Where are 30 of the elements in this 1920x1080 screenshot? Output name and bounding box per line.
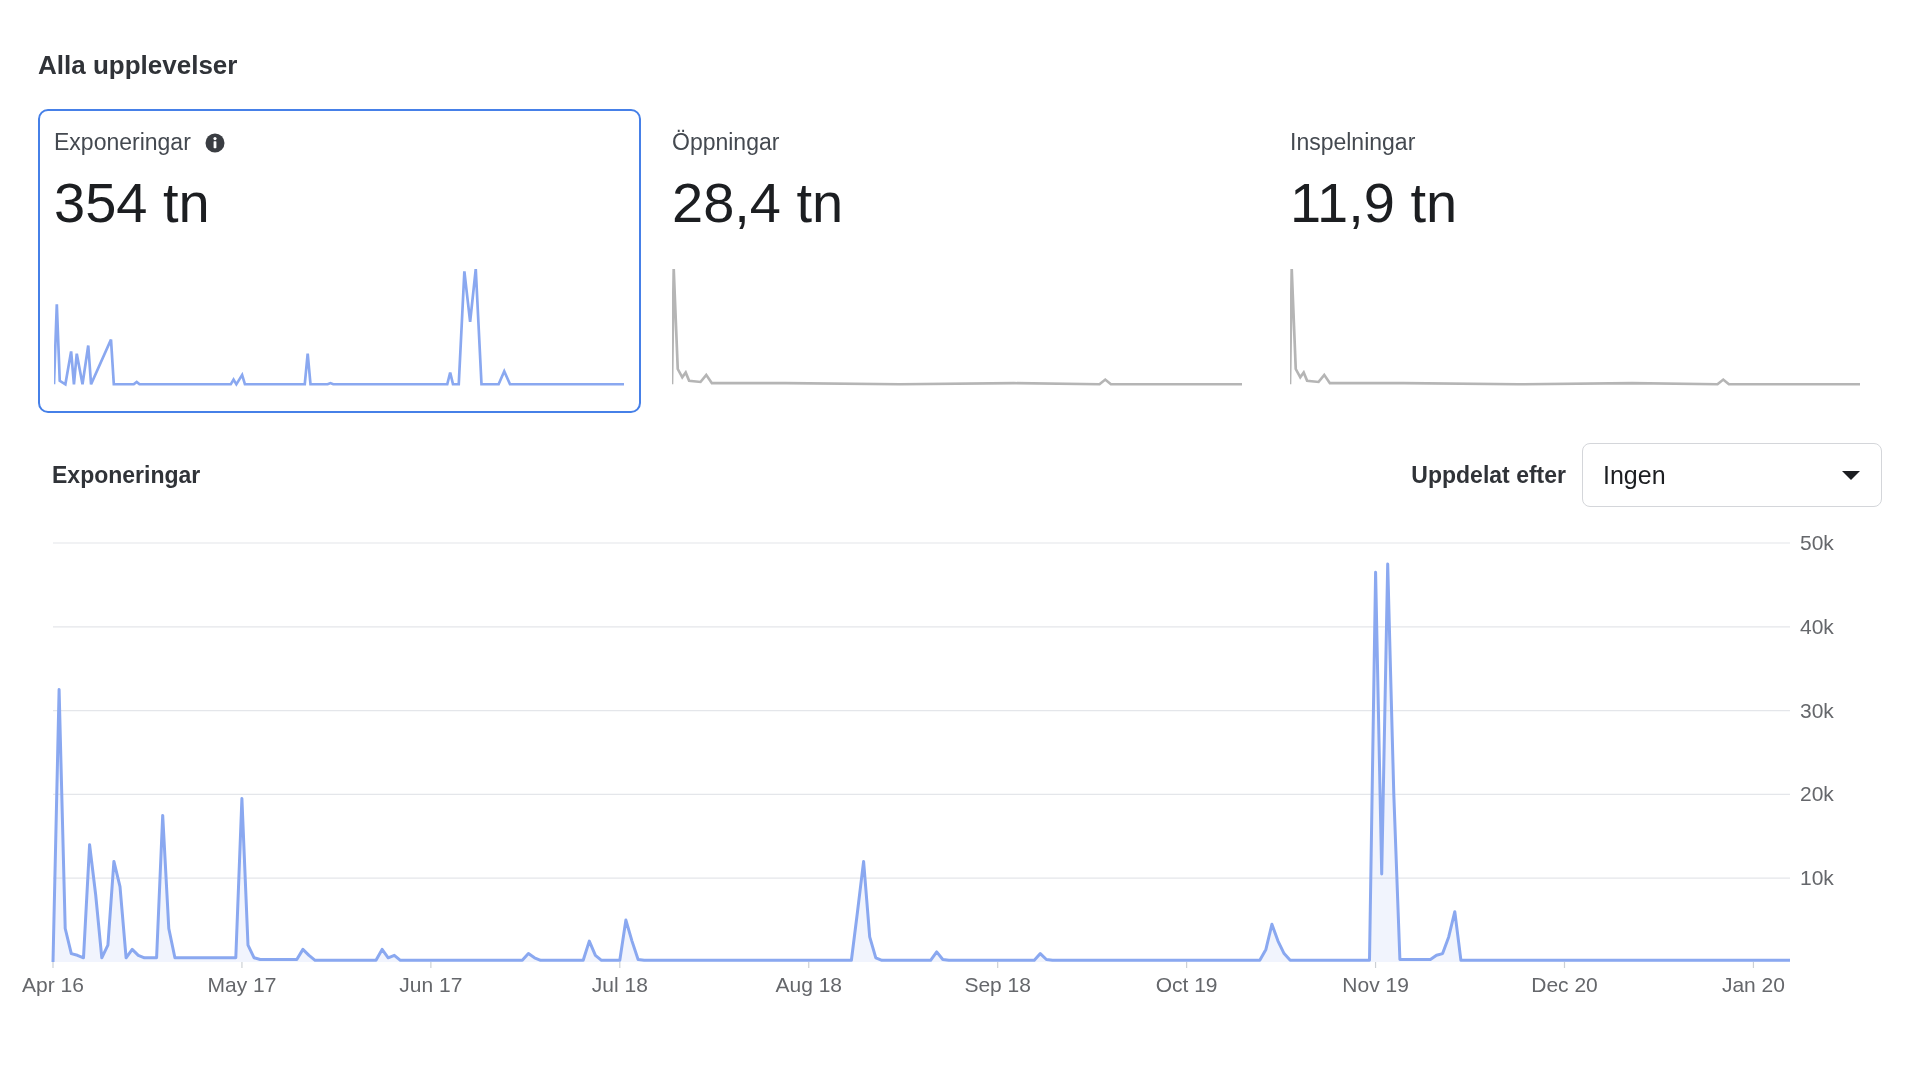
y-axis-label: 30k <box>1800 698 1834 722</box>
chart-title: Exponeringar <box>52 461 201 489</box>
metric-card[interactable]: Inspelningar 11,9 tn <box>1274 109 1877 413</box>
x-axis-label: Jun 17 <box>399 973 463 996</box>
x-axis-label: Oct 19 <box>1155 973 1218 996</box>
caret-icon <box>1841 469 1861 481</box>
breakdown-label: Uppdelat efter <box>1411 461 1566 489</box>
section-title: Alla upplevelser <box>38 50 239 81</box>
x-axis-label: Dec 20 <box>1531 973 1598 996</box>
x-axis-label: Jan 20 <box>1721 973 1785 996</box>
metric-label: Öppningar <box>672 129 780 156</box>
metric-value: 28,4 tn <box>672 170 845 235</box>
metric-value: 354 tn <box>54 170 211 235</box>
metric-card[interactable]: Öppningar 28,4 tn <box>656 109 1259 413</box>
breakdown-dropdown[interactable]: Ingen <box>1582 443 1882 507</box>
metric-card[interactable]: Exponeringar 354 tn <box>38 109 641 413</box>
x-axis-label: Nov 19 <box>1342 973 1409 996</box>
metric-label: Exponeringar <box>54 129 191 156</box>
y-axis-label: 50k <box>1800 533 1834 554</box>
y-axis-label: 10k <box>1800 866 1834 890</box>
x-axis-label: May 17 <box>207 973 277 996</box>
y-axis-label: 20k <box>1800 782 1834 806</box>
x-axis-label: Apr 16 <box>22 973 84 996</box>
y-axis-label: 40k <box>1800 614 1834 638</box>
metric-label: Inspelningar <box>1290 129 1416 156</box>
x-axis-label: Aug 18 <box>775 973 843 996</box>
x-axis-label: Sep 18 <box>964 973 1031 996</box>
metric-value: 11,9 tn <box>1290 170 1459 235</box>
x-axis-label: Jul 18 <box>591 973 648 996</box>
info-icon[interactable] <box>204 132 225 153</box>
